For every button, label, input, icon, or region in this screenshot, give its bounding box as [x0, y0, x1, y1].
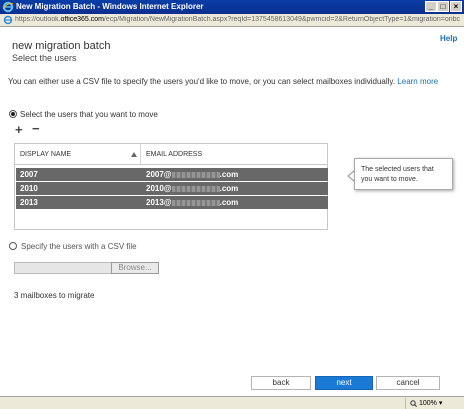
table-header: DISPLAY NAME EMAIL ADDRESS [15, 144, 327, 165]
email-suffix: .com [219, 198, 239, 207]
browse-button: Browse... [111, 262, 159, 274]
window-titlebar[interactable]: New Migration Batch - Windows Internet E… [0, 0, 464, 14]
learn-more-link[interactable]: Learn more [397, 77, 438, 86]
close-button[interactable]: × [450, 1, 462, 12]
maximize-button[interactable]: □ [437, 1, 449, 12]
next-button[interactable]: next [315, 376, 373, 390]
mailbox-count: 3 mailboxes to migrate [14, 291, 95, 300]
zoom-level: 100% [418, 400, 437, 407]
select-users-radio[interactable] [9, 110, 17, 118]
cell-display-name: 2010 [20, 184, 38, 193]
csv-file-radio[interactable] [9, 242, 17, 250]
url-host: office365.com [60, 16, 104, 23]
email-prefix: 2010@ [146, 184, 172, 193]
zoom-icon [410, 399, 417, 407]
internet-explorer-icon [2, 1, 14, 13]
window-title: New Migration Batch - Windows Internet E… [16, 2, 204, 11]
column-header-display-name[interactable]: DISPLAY NAME [20, 151, 71, 158]
csv-file-path-input [14, 262, 112, 274]
back-button[interactable]: back [251, 376, 311, 390]
remove-user-button[interactable]: − [32, 122, 40, 135]
page-title: new migration batch [12, 40, 111, 52]
cell-email-address: 2013@ .com [146, 198, 238, 207]
status-bar: 100% ▾ [0, 396, 464, 409]
help-link[interactable]: Help [440, 34, 457, 43]
url-prefix: https://outlook. [15, 16, 61, 23]
sort-ascending-icon[interactable] [131, 152, 137, 157]
address-bar[interactable]: https://outlook.office365.com/ecp/Migrat… [0, 14, 464, 27]
add-user-button[interactable]: + [15, 123, 23, 136]
url-path: /ecp/Migration/NewMigrationBatch.aspx?re… [103, 16, 461, 23]
email-prefix: 2007@ [146, 170, 172, 179]
redacted-domain [171, 185, 220, 192]
cell-display-name: 2007 [20, 170, 38, 179]
redacted-domain [171, 171, 220, 178]
minimize-button[interactable]: _ [425, 1, 437, 12]
cell-display-name: 2013 [20, 198, 38, 207]
table-row[interactable]: 2013 2013@ .com [16, 196, 328, 209]
select-users-label[interactable]: Select the users that you want to move [20, 110, 158, 119]
column-header-email-address[interactable]: EMAIL ADDRESS [146, 151, 202, 158]
csv-file-label[interactable]: Specify the users with a CSV file [21, 242, 137, 251]
chevron-down-icon: ▾ [438, 400, 443, 407]
column-divider[interactable] [140, 144, 141, 165]
cell-email-address: 2010@ .com [146, 184, 238, 193]
url-text[interactable]: https://outlook.office365.com/ecp/Migrat… [15, 16, 461, 23]
ie-page-icon [3, 15, 13, 25]
page-subtitle: Select the users [12, 53, 77, 63]
cell-email-address: 2007@ .com [146, 170, 238, 179]
cancel-button[interactable]: cancel [376, 376, 440, 390]
zoom-control[interactable]: 100% ▾ [405, 398, 457, 409]
email-prefix: 2013@ [146, 198, 172, 207]
intro-body: You can either use a CSV file to specify… [8, 77, 396, 86]
table-row[interactable]: 2007 2007@ .com [16, 168, 328, 181]
email-suffix: .com [219, 184, 239, 193]
users-table: DISPLAY NAME EMAIL ADDRESS 2007 2007@ .co… [14, 143, 328, 230]
redacted-domain [171, 199, 220, 206]
tooltip: The selected users that you want to move… [354, 158, 453, 190]
intro-text: You can either use a CSV file to specify… [8, 76, 448, 87]
table-row[interactable]: 2010 2010@ .com [16, 182, 328, 195]
email-suffix: .com [219, 170, 239, 179]
